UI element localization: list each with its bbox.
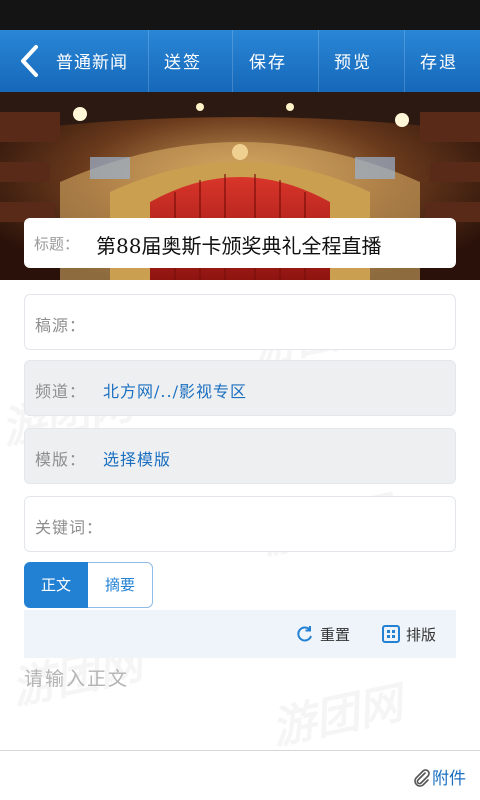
- body-editor[interactable]: 请输入正文: [24, 664, 129, 691]
- template-label: 模版：: [35, 450, 87, 469]
- tab-summary[interactable]: 摘要: [88, 562, 153, 608]
- headline-field[interactable]: 标题： 第88届奥斯卡颁奖典礼全程直播: [24, 218, 456, 268]
- preview-button[interactable]: 预览: [334, 48, 372, 73]
- save-exit-button[interactable]: 存退: [420, 48, 458, 73]
- watermark: 游团网: [265, 667, 407, 757]
- layout-icon: [382, 625, 400, 643]
- save-button[interactable]: 保存: [249, 48, 287, 73]
- page-title: 普通新闻: [56, 53, 128, 73]
- channel-value[interactable]: 北方网/../影视专区: [103, 378, 247, 402]
- attachment-button[interactable]: 附件: [412, 764, 466, 789]
- keywords-label: 关键词：: [35, 518, 104, 537]
- nav-divider: [148, 30, 149, 92]
- template-field[interactable]: 模版： 选择模版: [24, 428, 456, 484]
- editor-toolbar: 重置 排版: [24, 610, 456, 658]
- template-value[interactable]: 选择模版: [103, 446, 171, 470]
- keywords-field[interactable]: 关键词：: [24, 496, 456, 552]
- tab-body[interactable]: 正文: [24, 562, 88, 608]
- layout-label: 排版: [406, 626, 437, 644]
- source-label: 稿源：: [35, 316, 87, 335]
- reset-label: 重置: [320, 626, 351, 644]
- nav-divider: [404, 30, 405, 92]
- attachment-label: 附件: [432, 769, 466, 789]
- source-field[interactable]: 稿源：: [24, 294, 456, 350]
- headline-label: 标题：: [34, 235, 80, 253]
- status-bar: [0, 0, 480, 30]
- footer-divider: [0, 750, 480, 751]
- nav-divider: [232, 30, 233, 92]
- nav-divider: [318, 30, 319, 92]
- layout-button[interactable]: 排版: [382, 624, 436, 645]
- send-button[interactable]: 送签: [164, 48, 202, 73]
- channel-field[interactable]: 频道： 北方网/../影视专区: [24, 360, 456, 416]
- refresh-icon: [297, 626, 312, 642]
- paperclip-icon: [414, 769, 430, 787]
- headline-input[interactable]: 第88届奥斯卡颁奖典礼全程直播: [96, 230, 381, 259]
- back-arrow-icon[interactable]: [14, 44, 54, 78]
- reset-button[interactable]: 重置: [296, 624, 350, 645]
- top-nav-bar: 普通新闻 送签 保存 预览 存退: [0, 30, 480, 92]
- channel-label: 频道：: [35, 382, 87, 401]
